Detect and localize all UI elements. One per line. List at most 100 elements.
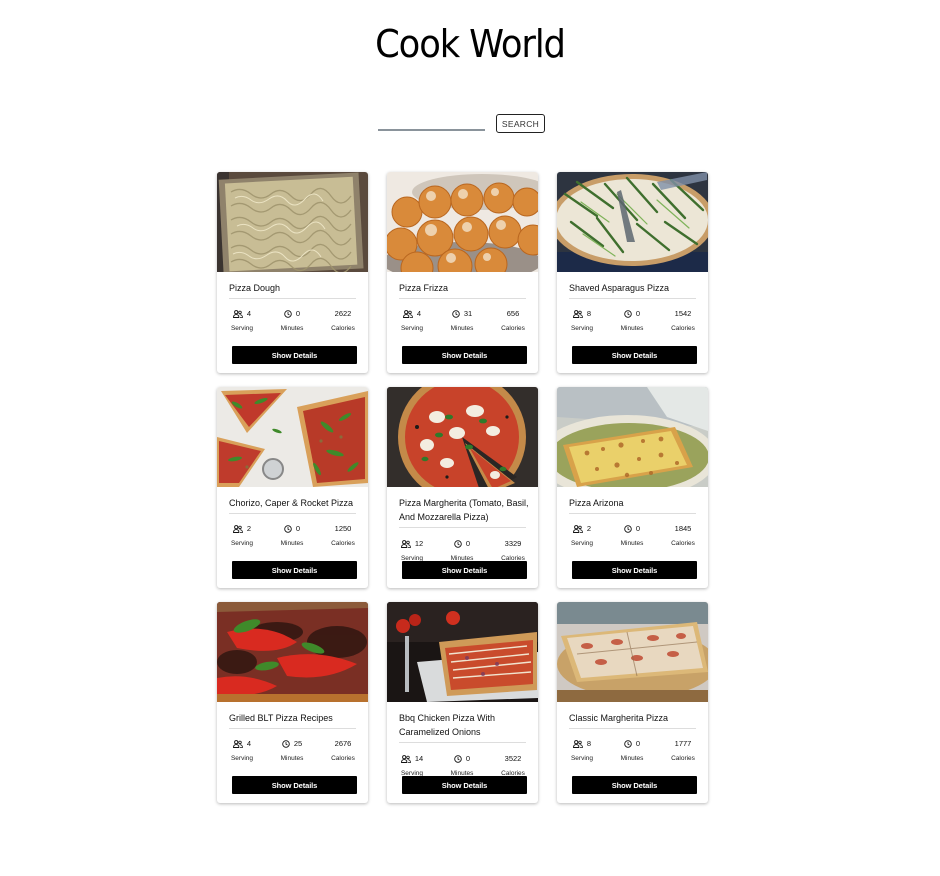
show-details-button[interactable]: Show Details [232, 346, 357, 364]
minutes-value: 0 [635, 309, 641, 318]
minutes-value: 0 [295, 524, 301, 533]
recipe-card: Pizza Arizona 2 Serving 0 Minutes 1845 C… [557, 387, 708, 588]
card-divider [399, 298, 526, 299]
stat-serving: 4 Serving [222, 303, 262, 332]
recipe-card: Pizza Frizza 4 Serving 31 Minutes 656 Ca… [387, 172, 538, 373]
stat-minutes: 25 Minutes [272, 733, 312, 762]
show-details-button[interactable]: Show Details [402, 346, 527, 364]
stat-minutes: 0 Minutes [612, 733, 652, 762]
minutes-label: Minutes [620, 540, 644, 547]
calories-label: Calories [671, 755, 695, 762]
serving-label: Serving [230, 755, 254, 762]
people-icon [232, 739, 243, 748]
recipe-name: Classic Margherita Pizza [569, 713, 669, 723]
minutes-value: 0 [635, 739, 641, 748]
people-icon [402, 309, 413, 318]
minutes-label: Minutes [620, 755, 644, 762]
minutes-value: 0 [465, 539, 471, 548]
recipe-photo [217, 172, 368, 272]
search-input[interactable] [378, 113, 485, 131]
serving-value: 4 [246, 309, 252, 318]
stat-serving: 8 Serving [562, 733, 602, 762]
calories-value: 2676 [334, 739, 352, 748]
recipe-card: Classic Margherita Pizza 8 Serving 0 Min… [557, 602, 708, 803]
recipe-card: Chorizo, Caper & Rocket Pizza 2 Serving … [217, 387, 368, 588]
show-details-button[interactable]: Show Details [232, 776, 357, 794]
recipe-photo [557, 172, 708, 272]
calories-value: 3329 [504, 539, 522, 548]
recipe-photo [387, 172, 538, 272]
minutes-label: Minutes [280, 325, 304, 332]
card-divider [229, 298, 356, 299]
clock-icon [452, 309, 460, 318]
minutes-label: Minutes [280, 540, 304, 547]
recipe-photo [217, 387, 368, 487]
card-divider [569, 513, 696, 514]
clock-icon [282, 739, 290, 748]
clock-icon [284, 524, 292, 533]
stat-serving: 12 Serving [392, 533, 432, 562]
stat-minutes: 0 Minutes [612, 303, 652, 332]
minutes-value: 0 [635, 524, 641, 533]
card-divider [229, 513, 356, 514]
stat-minutes: 0 Minutes [272, 518, 312, 547]
recipe-card: Pizza Margherita (Tomato, Basil, And Moz… [387, 387, 538, 588]
serving-label: Serving [570, 540, 594, 547]
stat-minutes: 0 Minutes [272, 303, 312, 332]
people-icon [572, 309, 583, 318]
clock-icon [454, 754, 462, 763]
search-button[interactable]: SEARCH [496, 114, 545, 133]
calories-label: Calories [501, 325, 525, 332]
recipe-card: Shaved Asparagus Pizza 8 Serving 0 Minut… [557, 172, 708, 373]
show-details-button[interactable]: Show Details [402, 776, 527, 794]
people-icon [400, 754, 411, 763]
show-details-button[interactable]: Show Details [402, 561, 527, 579]
stat-calories: 1845 Calories [663, 518, 703, 547]
minutes-value: 31 [463, 309, 473, 318]
card-divider [229, 728, 356, 729]
serving-label: Serving [570, 755, 594, 762]
show-details-button[interactable]: Show Details [232, 561, 357, 579]
minutes-value: 25 [293, 739, 303, 748]
calories-value: 1777 [674, 739, 692, 748]
card-divider [399, 742, 526, 743]
stat-serving: 2 Serving [222, 518, 262, 547]
people-icon [232, 524, 243, 533]
minutes-value: 0 [295, 309, 301, 318]
stat-calories: 2622 Calories [323, 303, 363, 332]
recipe-photo [387, 602, 538, 702]
stat-serving: 14 Serving [392, 748, 432, 777]
show-details-button[interactable]: Show Details [572, 776, 697, 794]
recipe-name: Grilled BLT Pizza Recipes [229, 713, 333, 723]
calories-label: Calories [671, 540, 695, 547]
recipe-card: Pizza Dough 4 Serving 0 Minutes 2622 Cal… [217, 172, 368, 373]
clock-icon [624, 524, 632, 533]
people-icon [572, 524, 583, 533]
people-icon [572, 739, 583, 748]
stat-serving: 8 Serving [562, 303, 602, 332]
serving-value: 4 [416, 309, 422, 318]
card-divider [399, 527, 526, 528]
stat-serving: 4 Serving [222, 733, 262, 762]
stat-minutes: 0 Minutes [612, 518, 652, 547]
serving-label: Serving [230, 540, 254, 547]
stat-calories: 2676 Calories [323, 733, 363, 762]
recipe-card: Grilled BLT Pizza Recipes 4 Serving 25 M… [217, 602, 368, 803]
recipe-name: Pizza Frizza [399, 283, 449, 293]
recipe-name: Bbq Chicken Pizza With Caramelized Onion… [399, 713, 496, 737]
serving-value: 14 [414, 754, 424, 763]
clock-icon [454, 539, 462, 548]
stat-minutes: 0 Minutes [442, 748, 482, 777]
people-icon [400, 539, 411, 548]
show-details-button[interactable]: Show Details [572, 346, 697, 364]
recipe-name: Pizza Margherita (Tomato, Basil, And Moz… [399, 498, 529, 522]
calories-value: 2622 [334, 309, 352, 318]
recipe-photo [557, 602, 708, 702]
page-title: Cook World [375, 22, 566, 66]
show-details-button[interactable]: Show Details [572, 561, 697, 579]
calories-value: 1542 [674, 309, 692, 318]
stat-calories: 1250 Calories [323, 518, 363, 547]
calories-value: 3522 [504, 754, 522, 763]
stat-calories: 1542 Calories [663, 303, 703, 332]
people-icon [232, 309, 243, 318]
